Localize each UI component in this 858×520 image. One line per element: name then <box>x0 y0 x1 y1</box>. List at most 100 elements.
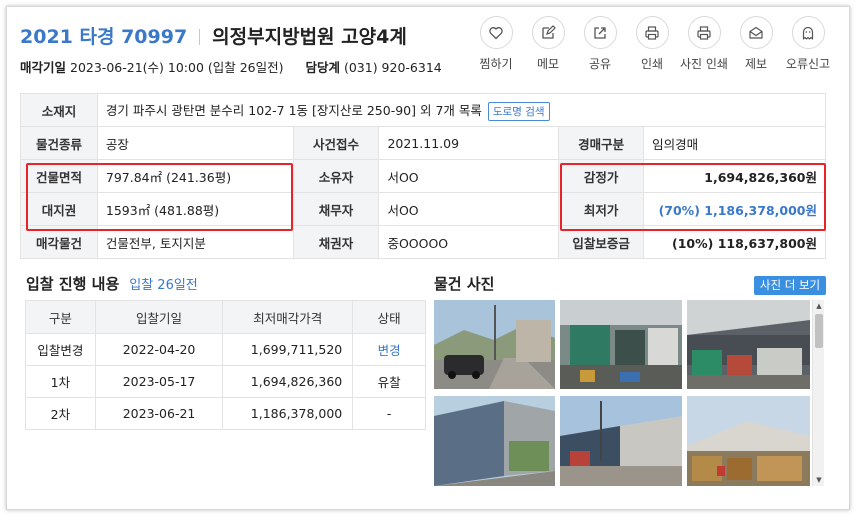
envelope-icon <box>739 16 773 49</box>
bookmark-button[interactable]: 찜하기 <box>470 16 522 72</box>
printer-icon <box>635 16 669 49</box>
memo-button[interactable]: 메모 <box>522 16 574 72</box>
status-cell: - <box>352 397 426 430</box>
type-label: 물건종류 <box>20 126 98 160</box>
sale-date-label: 매각기일 <box>20 60 67 75</box>
history-title: 입찰 진행 내용 <box>26 275 120 293</box>
heart-icon <box>479 16 513 49</box>
edit-icon <box>531 16 565 49</box>
round-cell: 1차 <box>25 365 96 398</box>
table-row: 건물면적 797.84㎡ (241.36평) 소유자 서OO 감정가 1,694… <box>20 159 826 193</box>
action-toolbar: 찜하기 메모 공유 인쇄 사진 인쇄 제보 오류신고 <box>470 16 834 72</box>
printer-icon <box>687 16 721 49</box>
report-label: 제보 <box>744 57 768 71</box>
case-number: 2021 타경 70997 <box>20 26 188 48</box>
title-divider <box>199 29 201 45</box>
min-price-label: 최저가 <box>558 192 645 226</box>
received-label: 사건접수 <box>292 126 380 160</box>
share-label: 공유 <box>588 57 612 71</box>
date-cell: 2022-04-20 <box>94 333 224 366</box>
column-header: 최저매각가격 <box>222 300 354 334</box>
location-value: 경기 파주시 광탄면 분수리 102-7 1동 [장지산로 250-90] 외 … <box>105 102 482 118</box>
owner-value: 서OO <box>378 159 560 193</box>
more-photos-button[interactable]: 사진 더 보기 <box>754 276 826 295</box>
column-header: 상태 <box>352 300 426 334</box>
bid-history-table: 구분 입찰기일 최저매각가격 상태 입찰변경 2022-04-20 1,699,… <box>25 300 426 430</box>
history-section-title: 입찰 진행 내용 입찰 26일전 <box>26 273 198 294</box>
property-photo[interactable] <box>687 396 810 486</box>
share-button[interactable]: 공유 <box>574 16 626 72</box>
photo-scrollbar[interactable]: ▲ ▼ <box>812 300 824 486</box>
print-label: 인쇄 <box>640 57 664 71</box>
creditor-label: 채권자 <box>292 225 380 259</box>
location-cell: 경기 파주시 광탄면 분수리 102-7 1동 [장지산로 250-90] 외 … <box>96 93 827 127</box>
appraisal-label: 감정가 <box>558 159 645 193</box>
location-label: 소재지 <box>20 93 98 127</box>
round-cell: 입찰변경 <box>25 333 96 366</box>
scroll-down-icon[interactable]: ▼ <box>813 474 825 486</box>
sale-date-value: 2023-06-21(수) 10:00 (입찰 26일전) <box>70 60 284 75</box>
sale-info: 매각기일 2023-06-21(수) 10:00 (입찰 26일전) 담당계 (… <box>20 57 442 76</box>
ghost-icon <box>791 16 825 49</box>
deposit-label: 입찰보증금 <box>558 225 645 259</box>
round-cell: 2차 <box>25 397 96 430</box>
creditor-value: 중OOOOO <box>378 225 560 259</box>
building-area-value: 797.84㎡ (241.36평) <box>96 159 294 193</box>
sale-item-value: 건물전부, 토지지분 <box>96 225 294 259</box>
table-row: 소재지 경기 파주시 광탄면 분수리 102-7 1동 [장지산로 250-90… <box>20 93 827 127</box>
table-header-row: 구분 입찰기일 최저매각가격 상태 <box>25 300 426 334</box>
owner-label: 소유자 <box>292 159 380 193</box>
date-cell: 2023-06-21 <box>94 397 224 430</box>
scroll-up-icon[interactable]: ▲ <box>813 300 825 312</box>
memo-label: 메모 <box>536 57 560 71</box>
dept-label: 담당계 <box>305 60 340 75</box>
deposit-value: (10%) 118,637,800원 <box>643 225 826 259</box>
status-cell[interactable]: 변경 <box>352 333 426 366</box>
photos-title: 물건 사진 <box>434 275 495 293</box>
report-button[interactable]: 제보 <box>730 16 782 72</box>
sale-kind-value: 임의경매 <box>643 126 826 160</box>
property-photo[interactable] <box>560 300 682 389</box>
appraisal-value: 1,694,826,360원 <box>643 159 826 193</box>
debtor-label: 채무자 <box>292 192 380 226</box>
sale-kind-label: 경매구분 <box>558 126 645 160</box>
received-value: 2021.11.09 <box>378 126 560 160</box>
scroll-thumb[interactable] <box>815 314 823 348</box>
photo-print-button[interactable]: 사진 인쇄 <box>678 16 730 72</box>
table-row: 1차 2023-05-17 1,694,826,360 유찰 <box>25 365 426 398</box>
table-row: 매각물건 건물전부, 토지지분 채권자 중OOOOO 입찰보증금 (10%) 1… <box>20 225 826 259</box>
status-cell: 유찰 <box>352 365 426 398</box>
price-cell: 1,699,711,520 <box>222 333 354 366</box>
property-photo[interactable] <box>434 396 555 486</box>
column-header: 구분 <box>25 300 96 334</box>
bookmark-label: 찜하기 <box>479 57 513 71</box>
type-value: 공장 <box>96 126 294 160</box>
error-report-button[interactable]: 오류신고 <box>782 16 834 72</box>
road-search-button[interactable]: 도로명 검색 <box>487 101 550 121</box>
table-row: 대지권 1593㎡ (481.88평) 채무자 서OO 최저가 (70%) 1,… <box>20 192 826 226</box>
photo-print-label: 사진 인쇄 <box>680 57 728 71</box>
min-price-value: (70%) 1,186,378,000원 <box>643 192 826 226</box>
property-photo[interactable] <box>560 396 682 486</box>
land-value: 1593㎡ (481.88평) <box>96 192 294 226</box>
property-photo[interactable] <box>687 300 810 389</box>
print-button[interactable]: 인쇄 <box>626 16 678 72</box>
building-area-label: 건물면적 <box>20 159 98 193</box>
property-info-table: 소재지 경기 파주시 광탄면 분수리 102-7 1동 [장지산로 250-90… <box>20 93 827 259</box>
share-icon <box>583 16 617 49</box>
table-row: 2차 2023-06-21 1,186,378,000 - <box>25 397 426 430</box>
error-report-label: 오류신고 <box>785 57 831 71</box>
price-cell: 1,694,826,360 <box>222 365 354 398</box>
price-cell: 1,186,378,000 <box>222 397 354 430</box>
days-left-link[interactable]: 입찰 26일전 <box>129 278 198 293</box>
date-cell: 2023-05-17 <box>94 365 224 398</box>
property-photo[interactable] <box>434 300 555 389</box>
court-name: 의정부지방법원 고양4계 <box>212 26 407 48</box>
table-row: 물건종류 공장 사건접수 2021.11.09 경매구분 임의경매 <box>20 126 826 160</box>
table-row: 입찰변경 2022-04-20 1,699,711,520 변경 <box>25 333 426 366</box>
debtor-value: 서OO <box>378 192 560 226</box>
column-header: 입찰기일 <box>94 300 224 334</box>
case-title: 2021 타경 70997 의정부지방법원 고양4계 <box>20 22 407 49</box>
dept-phone: (031) 920-6314 <box>343 60 442 75</box>
land-label: 대지권 <box>20 192 98 226</box>
